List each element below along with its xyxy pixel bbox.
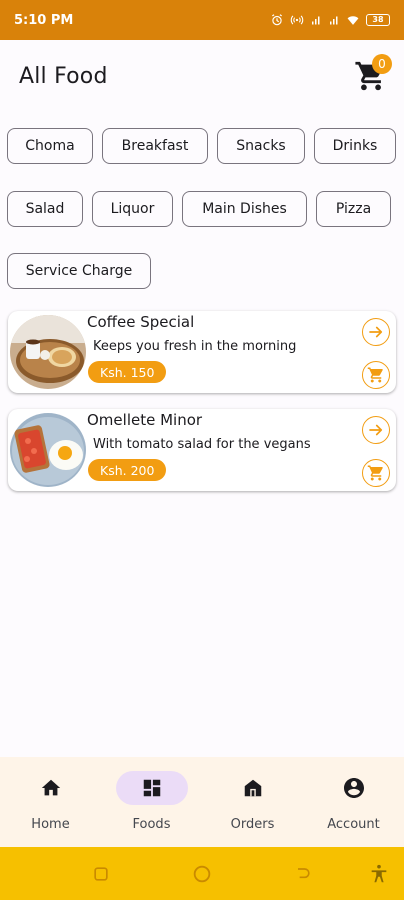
food-description: Keeps you fresh in the morning — [93, 339, 297, 354]
category-chip-main-dishes[interactable]: Main Dishes — [182, 191, 307, 227]
category-chip-snacks[interactable]: Snacks — [217, 128, 305, 164]
accessibility-button[interactable] — [367, 862, 391, 886]
food-description: With tomato salad for the vegans — [93, 437, 311, 452]
dashboard-icon — [143, 779, 160, 797]
hotspot-icon — [290, 15, 304, 25]
account-circle-icon — [343, 778, 364, 798]
nav-indicator — [115, 771, 188, 805]
page-title: All Food — [19, 63, 108, 89]
back-button[interactable] — [291, 862, 315, 886]
nav-label: Foods — [132, 817, 171, 832]
signal-icon — [312, 16, 320, 24]
category-chip-liquor[interactable]: Liquor — [92, 191, 173, 227]
food-name: Coffee Special — [87, 313, 195, 331]
status-icons: 38 — [270, 13, 390, 27]
store-icon — [244, 779, 261, 797]
nav-indicator — [318, 771, 390, 805]
add-to-cart-button[interactable] — [362, 361, 390, 389]
circle-home-icon — [193, 865, 211, 883]
bottom-navigation: Home Foods Orders Account — [0, 757, 404, 847]
arrow-forward-icon — [369, 424, 383, 436]
view-details-button[interactable] — [362, 318, 390, 346]
nav-label: Home — [31, 817, 70, 832]
food-card[interactable]: Omellete Minor With tomato salad for the… — [8, 409, 396, 491]
view-details-button[interactable] — [362, 416, 390, 444]
nav-label: Orders — [230, 817, 275, 832]
signal-icon-2 — [330, 16, 338, 24]
back-icon — [298, 868, 310, 879]
home-icon — [41, 779, 60, 796]
nav-indicator — [217, 771, 289, 805]
status-bar: 5:10 PM 38 — [0, 0, 404, 40]
category-chip-pizza[interactable]: Pizza — [316, 191, 391, 227]
home-system-button[interactable] — [190, 862, 214, 886]
add-to-cart-button[interactable] — [362, 459, 390, 487]
price-badge: Ksh. 150 — [88, 361, 167, 383]
nav-item-home[interactable]: Home — [0, 757, 101, 847]
alarm-icon — [272, 14, 282, 26]
wifi-icon — [347, 15, 359, 25]
nav-item-account[interactable]: Account — [303, 757, 404, 847]
food-image-coffee — [10, 315, 86, 389]
category-chip-service-charge[interactable]: Service Charge — [7, 253, 151, 289]
cart-count-badge: 0 — [372, 54, 392, 74]
food-name: Omellete Minor — [87, 411, 203, 429]
recent-apps-button[interactable] — [89, 862, 113, 886]
category-chip-choma[interactable]: Choma — [7, 128, 93, 164]
recent-apps-icon — [94, 867, 108, 881]
arrow-forward-icon — [369, 326, 383, 338]
food-card[interactable]: Coffee Special Keeps you fresh in the mo… — [8, 311, 396, 393]
system-navigation-bar — [0, 847, 404, 900]
price-badge: Ksh. 200 — [88, 459, 167, 481]
accessibility-icon — [371, 864, 387, 883]
category-chip-salad[interactable]: Salad — [7, 191, 83, 227]
status-time: 5:10 PM — [14, 12, 74, 28]
category-chip-drinks[interactable]: Drinks — [314, 128, 396, 164]
cart-icon — [367, 465, 383, 481]
category-chip-breakfast[interactable]: Breakfast — [102, 128, 208, 164]
nav-item-foods[interactable]: Foods — [101, 757, 202, 847]
nav-label: Account — [327, 817, 380, 832]
battery-icon: 38 — [366, 14, 390, 26]
app-header: All Food 0 — [0, 40, 404, 112]
cart-icon — [367, 367, 383, 383]
cart-button[interactable]: 0 — [352, 54, 392, 95]
nav-indicator — [15, 771, 87, 805]
nav-item-orders[interactable]: Orders — [202, 757, 303, 847]
food-image-omelette — [10, 413, 86, 487]
